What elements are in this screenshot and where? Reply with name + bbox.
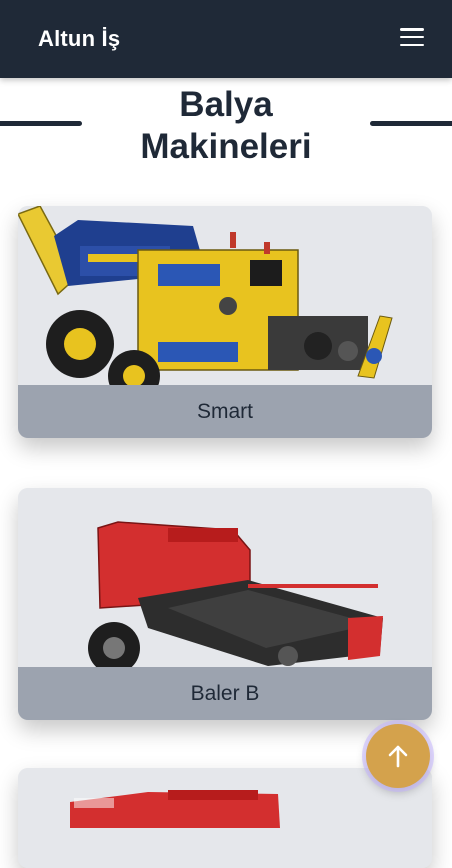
- hamburger-icon-line: [400, 35, 424, 39]
- page-title-line2: Makineleri: [140, 127, 312, 166]
- hamburger-icon-line: [400, 43, 424, 46]
- baler-machine-red-partial-image: [18, 768, 432, 868]
- navbar: Altun İş: [0, 0, 452, 78]
- scroll-to-top-button[interactable]: [366, 724, 430, 788]
- product-card-baler-b[interactable]: Baler B: [18, 488, 432, 720]
- product-card-smart[interactable]: Smart: [18, 206, 432, 438]
- hamburger-menu-button[interactable]: [400, 28, 424, 46]
- page-title-line1: Balya: [179, 85, 273, 124]
- section-header: Balya Makineleri: [0, 84, 452, 174]
- brand-logo[interactable]: Altun İş: [38, 26, 120, 52]
- arrow-up-icon: [388, 745, 408, 768]
- product-caption[interactable]: Smart: [18, 385, 432, 438]
- baler-machine-red-image: [18, 488, 432, 668]
- baler-machine-yellow-image: [18, 206, 432, 386]
- hamburger-icon-line: [400, 28, 424, 31]
- product-card-partial[interactable]: [18, 768, 432, 868]
- page-title: Balya Makineleri: [0, 84, 452, 168]
- product-caption[interactable]: Baler B: [18, 667, 432, 720]
